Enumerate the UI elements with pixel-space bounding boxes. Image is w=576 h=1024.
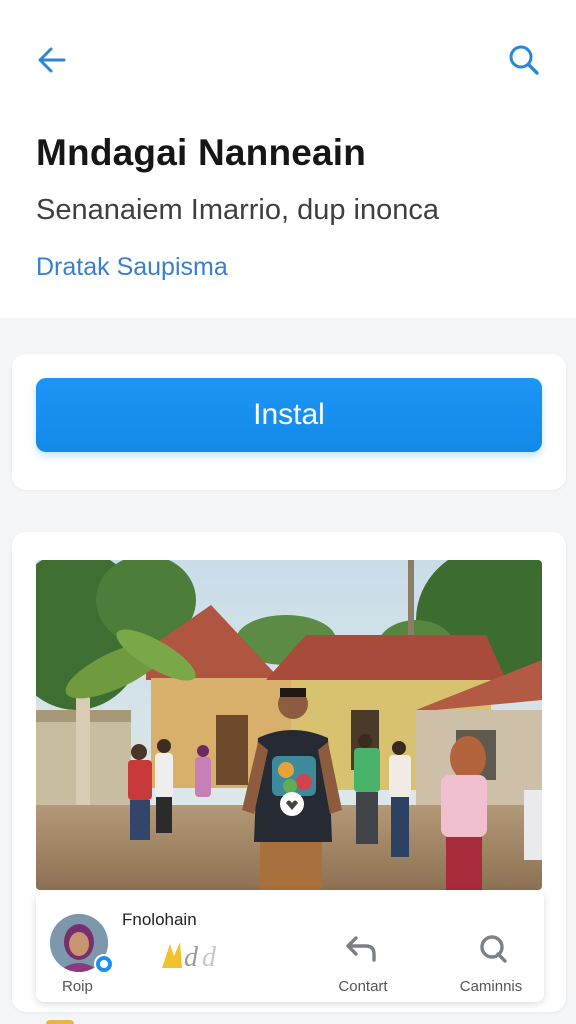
install-card: Instal	[12, 354, 566, 490]
search-icon	[506, 42, 542, 83]
svg-text:d: d	[202, 942, 217, 972]
media-card: Fnolohain Roip d d Contart Caminnis	[12, 532, 566, 1012]
search-button[interactable]	[500, 38, 548, 86]
app-subtitle: Senanaiem Imarrio, dup inonca	[36, 194, 440, 226]
avatar-label: Roip	[62, 978, 93, 995]
svg-text:d: d	[184, 942, 199, 972]
next-card-peek	[46, 1020, 74, 1024]
post-action-bar: Fnolohain Roip d d Contart Caminnis	[36, 890, 544, 1002]
village-photo[interactable]	[36, 560, 542, 890]
comments-label: Caminnis	[459, 978, 523, 995]
comment-bubble-icon	[478, 934, 508, 964]
install-button[interactable]: Instal	[36, 378, 542, 452]
sticker-icon: d d	[160, 936, 230, 973]
author-name: Fnolohain	[122, 910, 197, 929]
developer-link[interactable]: Dratak Saupisma	[36, 253, 228, 282]
app-header: Mndagai Nanneain Senanaiem Imarrio, dup …	[0, 0, 576, 318]
arrow-left-icon	[34, 42, 70, 83]
share-arrow-icon	[344, 934, 378, 964]
back-button[interactable]	[28, 38, 76, 86]
app-title: Mndagai Nanneain	[36, 132, 367, 173]
contact-label: Contart	[338, 978, 388, 995]
verified-badge-icon	[94, 954, 114, 974]
